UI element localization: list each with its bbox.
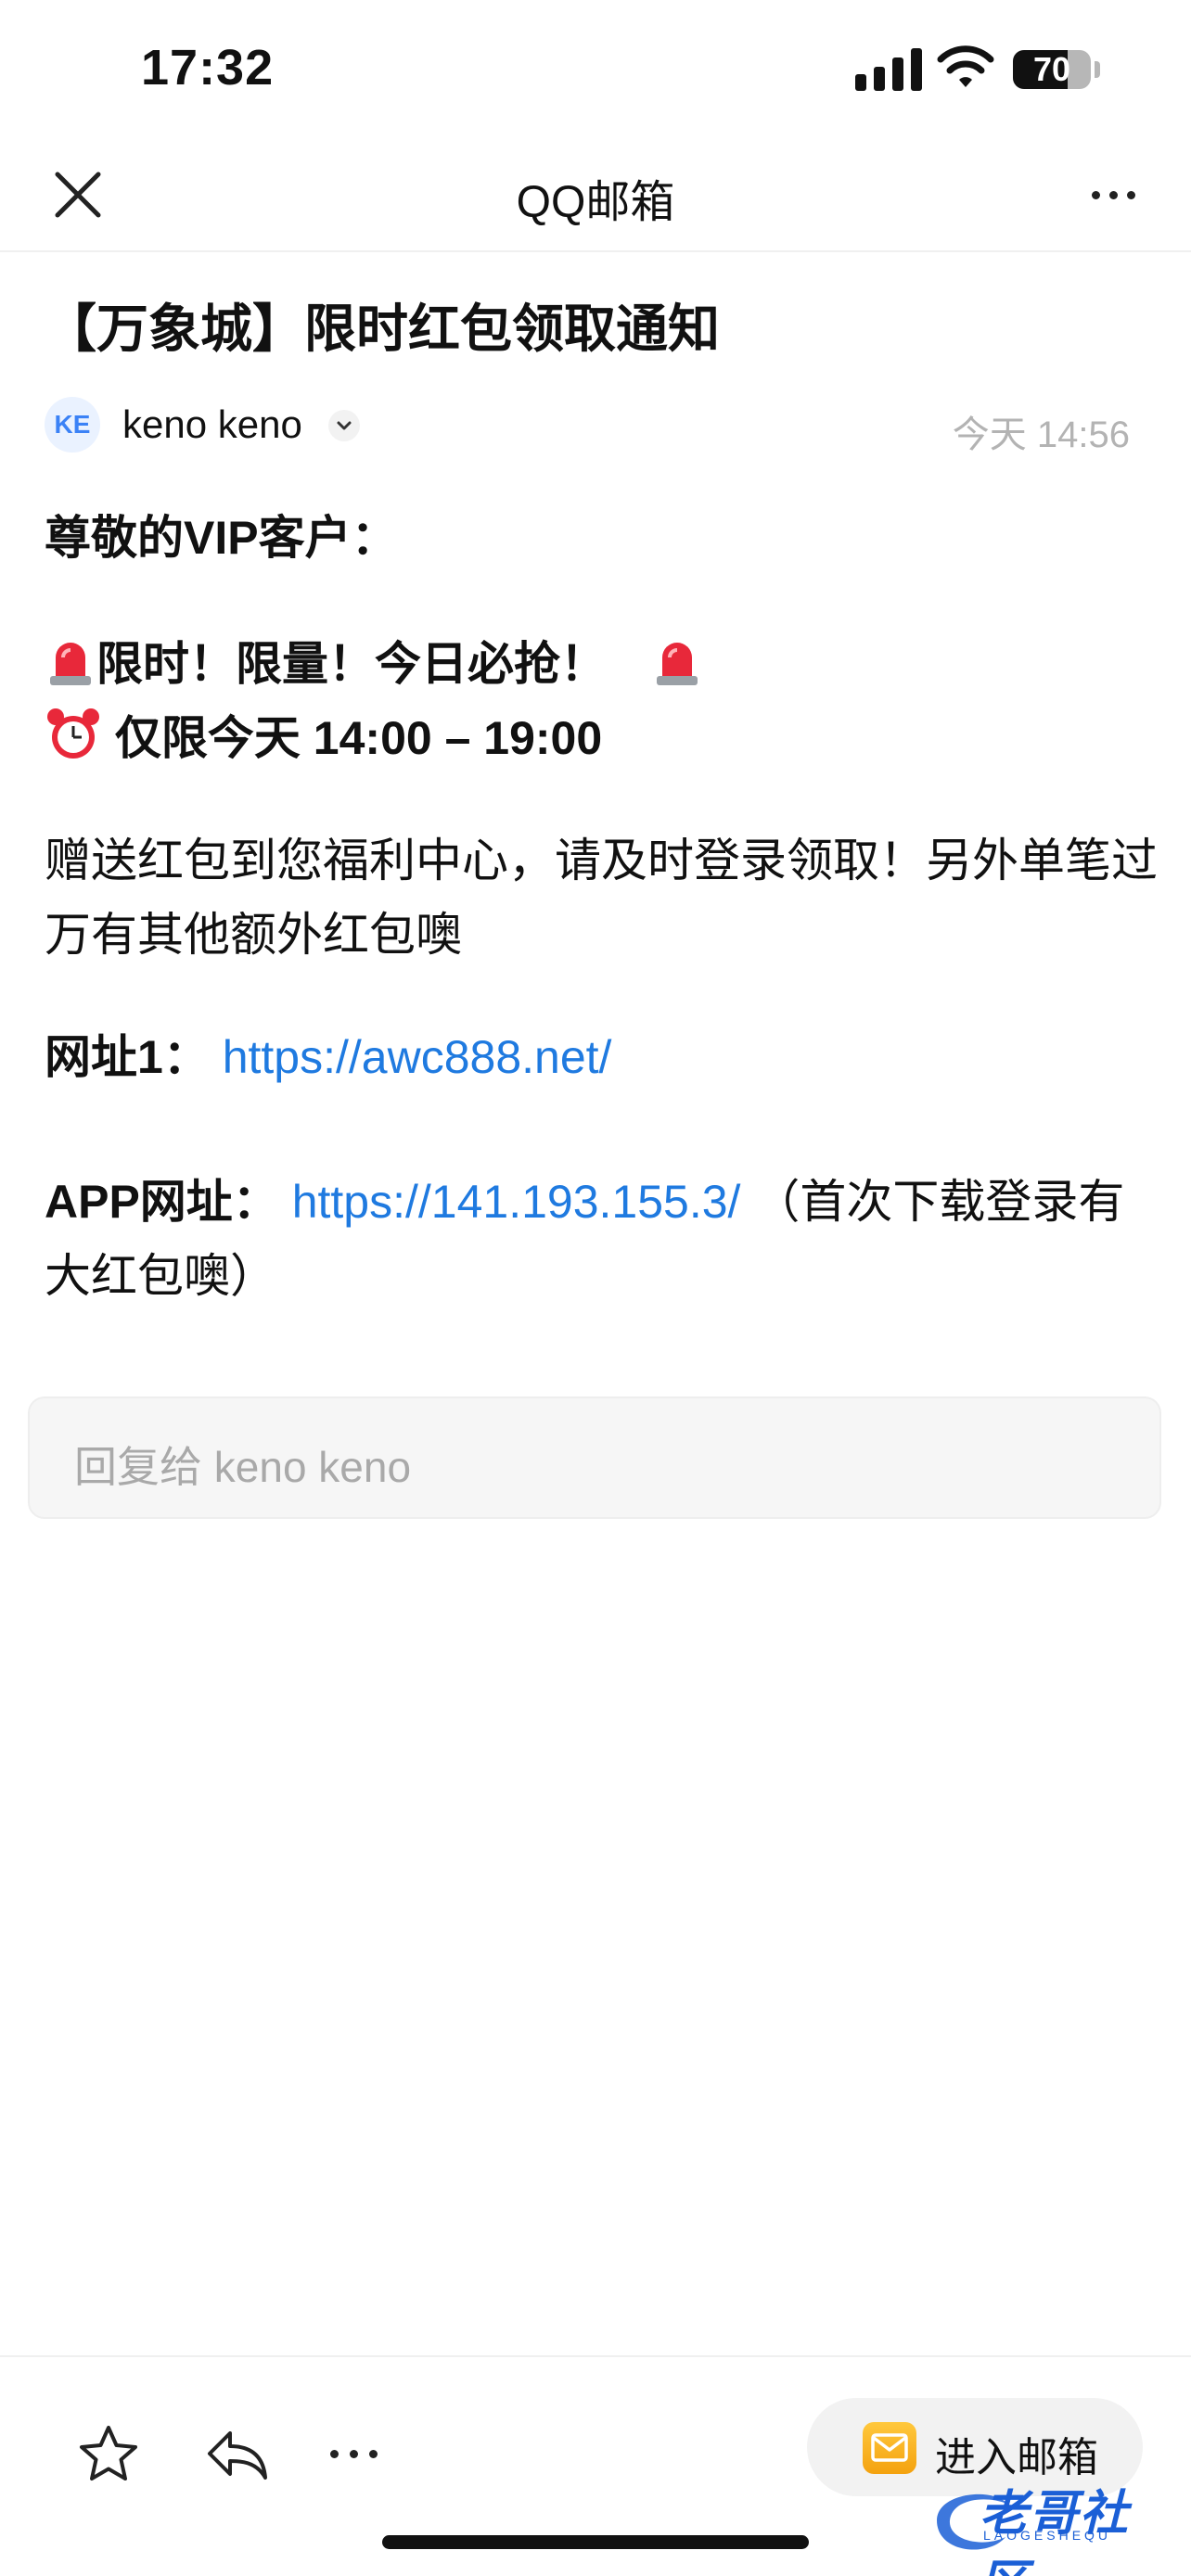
app-link-row: APP网址： https://141.193.155.3/ （首次下载登录有大红… (45, 1165, 1158, 1313)
watermark-logo: 老哥社区 LAOGESHEQU (928, 2467, 1178, 2576)
reply-icon[interactable] (202, 2422, 273, 2487)
sender-avatar[interactable]: KE (45, 397, 100, 453)
dot-icon (369, 2449, 378, 2458)
star-icon[interactable] (76, 2422, 141, 2487)
link1-url[interactable]: https://awc888.net/ (223, 1031, 612, 1083)
page-title: QQ邮箱 (516, 178, 675, 227)
link1-row: 网址1： https://awc888.net/ (45, 1020, 1158, 1094)
watermark-text: 老哥社区 (980, 2487, 1131, 2576)
wifi-icon (937, 45, 994, 87)
cellular-signal-icon (855, 48, 922, 91)
reply-placeholder: 回复给 keno keno (74, 1443, 412, 1491)
status-time: 17:32 (141, 40, 275, 96)
dot-icon (350, 2449, 358, 2458)
promo-line-2-text: 仅限今天 14:00 – 19:00 (114, 712, 603, 764)
email-greeting: 尊敬的VIP客户： (45, 512, 398, 564)
status-bar: 17:32 70 (0, 0, 1191, 139)
sender-name[interactable]: keno keno (122, 402, 302, 447)
battery-cap (1095, 61, 1100, 78)
alarm-clock-icon (47, 708, 99, 759)
reply-input[interactable]: 回复给 keno keno (28, 1396, 1161, 1519)
chevron-down-icon[interactable] (328, 410, 360, 441)
dot-icon (1126, 190, 1135, 199)
app-link-label: APP网址： (45, 1176, 279, 1228)
siren-icon (656, 643, 698, 685)
watermark-subtext: LAOGESHEQU (983, 2528, 1112, 2543)
email-time: 今天 14:56 (952, 414, 1130, 455)
dot-icon (1091, 190, 1100, 199)
nav-bar: QQ邮箱 (0, 139, 1191, 252)
dot-icon (330, 2449, 339, 2458)
battery-percent: 70 (1032, 50, 1071, 88)
link1-label: 网址1： (45, 1031, 210, 1083)
email-paragraph: 赠送红包到您福利中心，请及时登录领取！另外单笔过万有其他额外红包噢 (45, 835, 1158, 961)
more-options-button[interactable] (1076, 161, 1150, 228)
battery-icon: 70 (1013, 50, 1091, 89)
email-subject: 【万象城】限时红包领取通知 (45, 300, 720, 358)
siren-icon (50, 643, 91, 685)
home-indicator (382, 2535, 809, 2549)
promo-line-2: 仅限今天 14:00 – 19:00 (45, 701, 1158, 775)
dot-icon (1108, 190, 1118, 199)
more-actions-button[interactable] (330, 2435, 395, 2472)
promo-line-1: 限时！限量！今日必抢！ (45, 627, 1158, 701)
mail-icon (863, 2422, 916, 2474)
promo-line-1-text: 限时！限量！今日必抢！ (96, 638, 607, 690)
app-link-url[interactable]: https://141.193.155.3/ (292, 1176, 741, 1228)
